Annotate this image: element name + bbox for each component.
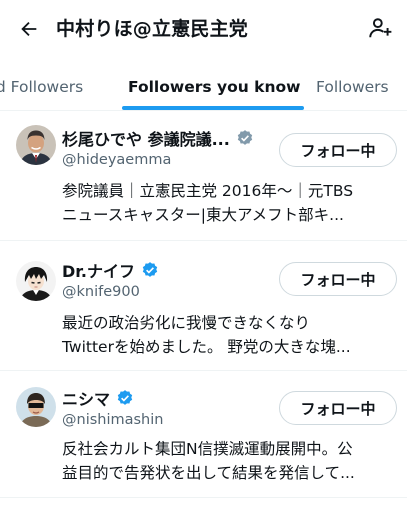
top-bar: 中村りほ@立憲民主党	[0, 0, 407, 58]
avatar[interactable]	[16, 261, 56, 301]
user-bio: 最近の政治劣化に我慢できなくなり Twitterを始めました。 野党の大きな塊.…	[62, 311, 398, 359]
follower-tabs: ied Followers Followers you know Followe…	[0, 62, 407, 111]
back-arrow-icon[interactable]	[14, 14, 44, 44]
user-handle: @knife900	[62, 284, 140, 300]
bio-line: 反社会カルト集団N信撲滅運動展開中。公	[62, 440, 353, 458]
user-display-name: 杉尾ひでや 参議院議...	[62, 130, 230, 149]
bio-line: 最近の政治劣化に我慢できなくなり	[62, 314, 311, 332]
add-person-icon[interactable]	[363, 12, 397, 44]
user-row[interactable]: 杉尾ひでや 参議院議... @hideyaemma フォロー中 参院議員｜立憲民…	[0, 111, 407, 241]
user-handle: @hideyaemma	[62, 152, 172, 168]
user-row[interactable]: ニシマ @nishimashin フォロー中 反社会カルト集団N信撲滅運動展開中…	[0, 371, 407, 498]
tab-followers[interactable]: Followers	[316, 78, 389, 96]
active-tab-indicator	[122, 106, 304, 110]
tab-followers-you-know[interactable]: Followers you know	[128, 78, 300, 96]
avatar[interactable]	[16, 125, 56, 165]
user-name-row: ニシマ	[62, 386, 134, 410]
user-row[interactable]: Dr.ナイフ @knife900 フォロー中 最近の政治劣化に我慢できなくなり …	[0, 241, 407, 371]
user-handle: @nishimashin	[62, 412, 164, 428]
following-button[interactable]: フォロー中	[279, 391, 397, 425]
page-title: 中村りほ@立憲民主党	[56, 18, 249, 40]
following-button[interactable]: フォロー中	[279, 133, 397, 167]
bio-line: ニュースキャスター|東大アメフト部キ...	[62, 206, 344, 224]
following-button[interactable]: フォロー中	[279, 262, 397, 296]
user-bio: 参院議員｜立憲民主党 2016年〜｜元TBS ニュースキャスター|東大アメフト部…	[62, 179, 398, 227]
user-display-name: Dr.ナイフ	[62, 262, 135, 281]
bio-line: 参院議員｜立憲民主党 2016年〜｜元TBS	[62, 182, 354, 200]
user-bio: 反社会カルト集団N信撲滅運動展開中。公 益目的で告発状を出して結果を発信して..…	[62, 437, 398, 485]
bio-line: 益目的で告発状を出して結果を発信して...	[62, 464, 355, 482]
tab-verified-followers[interactable]: ied Followers	[0, 78, 83, 96]
verified-badge-icon	[116, 389, 134, 407]
user-name-row: 杉尾ひでや 参議院議...	[62, 126, 254, 150]
bio-line: Twitterを始めました。 野党の大きな塊...	[62, 338, 351, 356]
verified-badge-icon	[141, 261, 159, 279]
user-display-name: ニシマ	[62, 390, 111, 409]
avatar[interactable]	[16, 387, 56, 427]
verified-badge-icon	[236, 129, 254, 147]
user-name-row: Dr.ナイフ	[62, 258, 159, 282]
